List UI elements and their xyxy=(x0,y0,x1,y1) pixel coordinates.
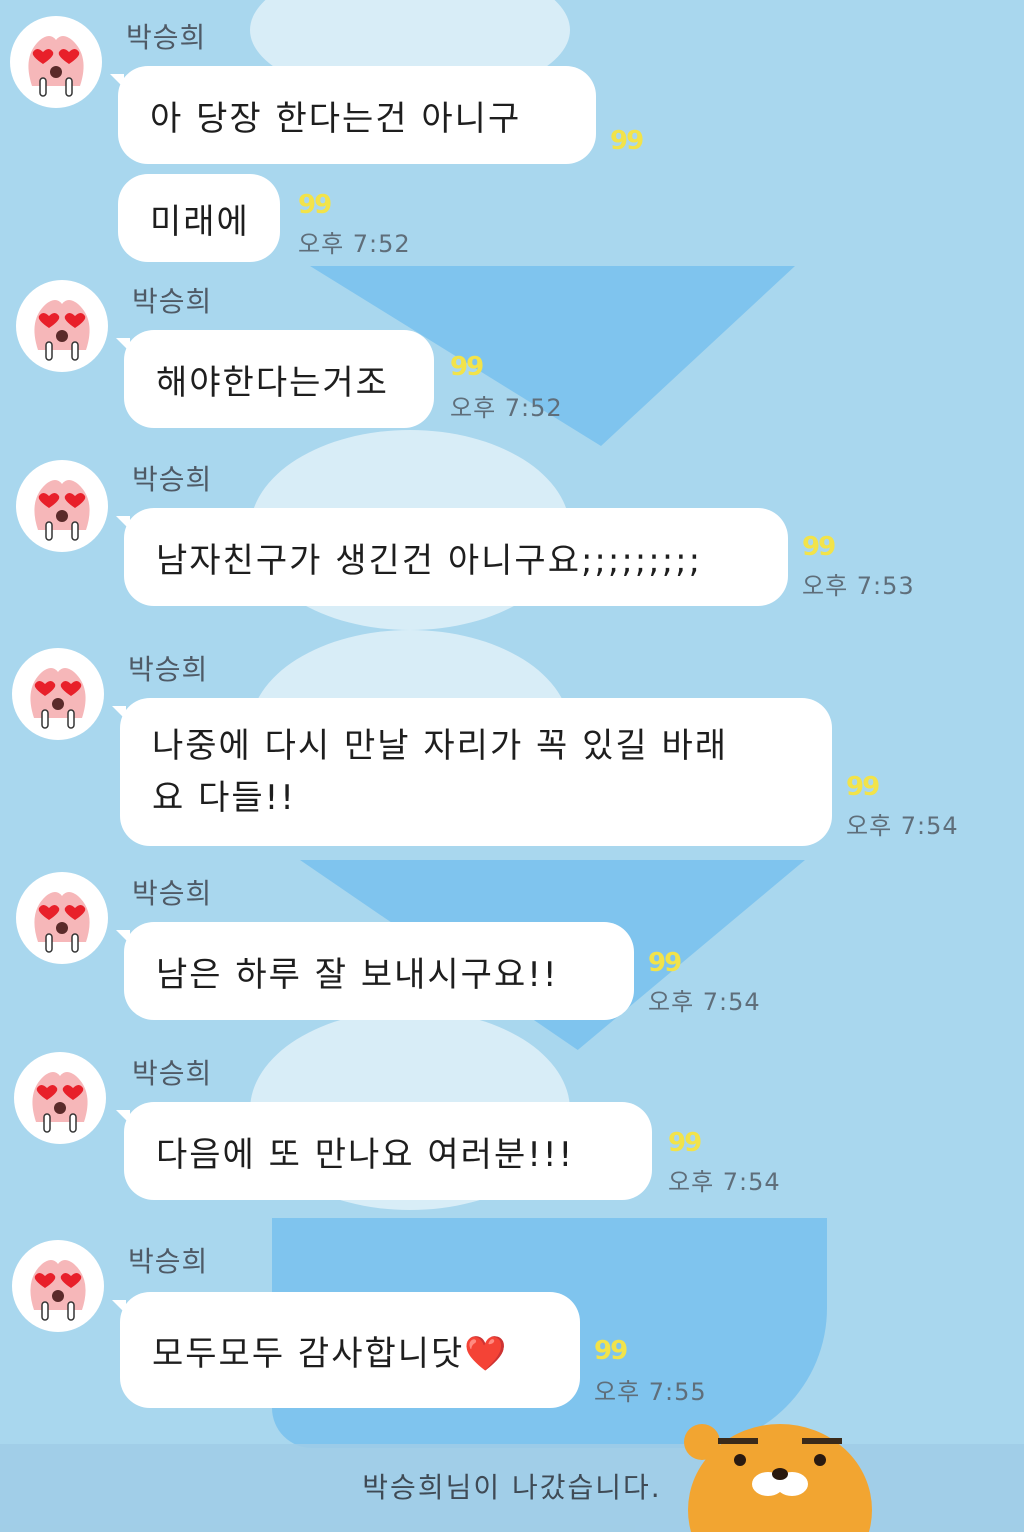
timestamp: 오후 7:54 xyxy=(668,1168,781,1196)
message-text: 모두모두 감사합니닷❤️ xyxy=(152,1333,509,1374)
apeach-heart-eyes-icon xyxy=(34,300,90,361)
message-bubble[interactable]: 모두모두 감사합니닷❤️ xyxy=(120,1292,580,1408)
message-bubble[interactable]: 미래에 xyxy=(118,174,280,262)
timestamp: 오후 7:55 xyxy=(594,1378,707,1406)
apeach-heart-eyes-icon xyxy=(32,1072,88,1133)
sender-name: 박승희 xyxy=(132,1057,213,1090)
timestamp: 오후 7:52 xyxy=(450,394,563,422)
read-count: 99 xyxy=(450,352,484,382)
sender-name: 박승희 xyxy=(132,285,213,318)
read-count: 99 xyxy=(648,948,682,978)
message-text: 해야한다는거조 xyxy=(156,362,389,403)
message-text: 남은 하루 잘 보내시구요!! xyxy=(156,954,559,995)
avatar[interactable] xyxy=(16,460,108,552)
ryan-bear-icon xyxy=(684,1424,872,1532)
timestamp: 오후 7:54 xyxy=(648,988,761,1016)
message-text: 남자친구가 생긴건 아니구요;;;;;;;;; xyxy=(156,540,703,581)
message-bubble[interactable]: 나중에 다시 만날 자리가 꼭 있길 바래 요 다들!! xyxy=(120,698,832,846)
read-count: 99 xyxy=(668,1128,702,1158)
avatar[interactable] xyxy=(12,1240,104,1332)
avatar[interactable] xyxy=(10,16,102,108)
message-bubble[interactable]: 남자친구가 생긴건 아니구요;;;;;;;;; xyxy=(124,508,788,606)
timestamp: 오후 7:54 xyxy=(846,812,959,840)
avatar[interactable] xyxy=(14,1052,106,1144)
message-bubble[interactable]: 아 당장 한다는건 아니구 xyxy=(118,66,596,164)
read-count: 99 xyxy=(298,190,332,220)
timestamp: 오후 7:53 xyxy=(802,572,915,600)
message-bubble[interactable]: 해야한다는거조 xyxy=(124,330,434,428)
read-count: 99 xyxy=(610,126,644,156)
sender-name: 박승희 xyxy=(128,1245,209,1278)
sender-name: 박승희 xyxy=(132,463,213,496)
apeach-heart-eyes-icon xyxy=(30,1260,86,1321)
apeach-heart-eyes-icon xyxy=(34,480,90,541)
message-text: 아 당장 한다는건 아니구 xyxy=(150,98,522,139)
message-text: 다음에 또 만나요 여러분!!! xyxy=(156,1134,575,1175)
timestamp: 오후 7:52 xyxy=(298,230,411,258)
apeach-heart-eyes-icon xyxy=(30,668,86,729)
sender-name: 박승희 xyxy=(126,21,207,54)
apeach-heart-eyes-icon xyxy=(34,892,90,953)
message-text-line: 요 다들!! xyxy=(152,778,296,818)
sender-name: 박승희 xyxy=(132,877,213,910)
message-text: 미래에 xyxy=(150,201,250,242)
avatar[interactable] xyxy=(12,648,104,740)
message-text-line: 나중에 다시 만날 자리가 꼭 있길 바래 xyxy=(152,726,729,766)
avatar[interactable] xyxy=(16,280,108,372)
apeach-heart-eyes-icon xyxy=(28,36,84,97)
sender-name: 박승희 xyxy=(128,653,209,686)
read-count: 99 xyxy=(802,532,836,562)
avatar[interactable] xyxy=(16,872,108,964)
message-bubble[interactable]: 다음에 또 만나요 여러분!!! xyxy=(124,1102,652,1200)
read-count: 99 xyxy=(594,1336,628,1366)
message-bubble[interactable]: 남은 하루 잘 보내시구요!! xyxy=(124,922,634,1020)
read-count: 99 xyxy=(846,772,880,802)
